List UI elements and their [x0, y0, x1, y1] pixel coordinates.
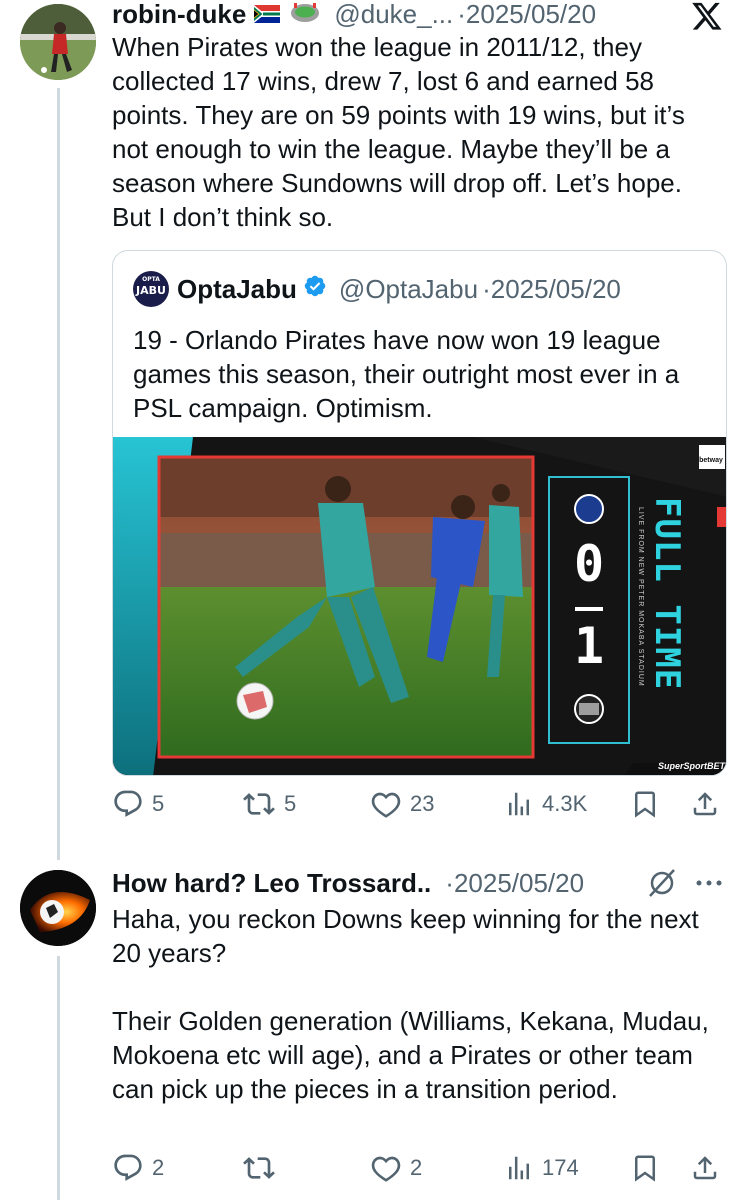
author-name[interactable]: robin-duke [112, 0, 246, 30]
reply-count: 5 [152, 791, 165, 816]
full-time-label: FULL TIME [647, 497, 687, 691]
tweet-text: When Pirates won the league in 2011/12, … [112, 32, 693, 232]
repost-button[interactable] [242, 1152, 284, 1184]
reply-count: 2 [152, 1155, 165, 1180]
home-score: 0 [573, 535, 605, 593]
reply-header: How hard? Leo Trossard.. · 2025/05/20 [112, 868, 584, 898]
share-icon [693, 792, 717, 816]
reply-actions: 2 2 174 [112, 1152, 727, 1192]
quoted-author-handle[interactable]: @OptaJabu [339, 274, 478, 305]
views-count: 174 [542, 1155, 579, 1180]
quoted-author-name[interactable]: OptaJabu [177, 274, 297, 305]
heart-icon [371, 792, 401, 818]
match-photo-graphic [113, 437, 726, 775]
reply-author-name[interactable]: How hard? Leo Trossard.. [112, 868, 431, 899]
quoted-tweet-header: OPTA JABU OptaJabu @OptaJabu · 2025/05/2… [133, 271, 621, 307]
share-button[interactable] [690, 788, 720, 820]
stadium-icon [290, 0, 320, 30]
quoted-tweet-text: 19 - Orlando Pirates have now won 19 lea… [133, 325, 687, 423]
tweet-header: robin-duke @duke_... · 2025/05/20 [112, 0, 596, 30]
dot-separator: · [482, 273, 491, 304]
avatar-reply-author[interactable] [20, 870, 96, 946]
optajabu-avatar[interactable]: OPTA JABU [133, 271, 169, 307]
views-count: 4.3K [542, 791, 588, 816]
views-chart-icon [509, 1156, 529, 1180]
bookmark-icon [635, 791, 655, 818]
thread-line [57, 88, 60, 860]
tweet-date[interactable]: 2025/05/20 [466, 0, 596, 30]
author-handle[interactable]: @duke_... [334, 0, 453, 30]
fire-ball-avatar-image [20, 870, 96, 946]
avatar-text-bottom: JABU [136, 284, 166, 297]
quoted-tweet-card[interactable]: OPTA JABU OptaJabu @OptaJabu · 2025/05/2… [112, 250, 727, 776]
reply-icon [114, 790, 142, 817]
grok-slash-icon[interactable] [646, 868, 678, 903]
away-score: 1 [573, 617, 605, 675]
heart-icon [371, 1156, 401, 1182]
like-button[interactable]: 2 [370, 1152, 422, 1184]
reply-button[interactable]: 5 [112, 788, 164, 820]
reply-button[interactable]: 2 [112, 1152, 164, 1184]
like-count: 23 [410, 791, 435, 816]
reply-thread-line [57, 956, 60, 1200]
south-africa-flag-icon [254, 0, 281, 30]
repost-button[interactable]: 5 [242, 788, 296, 820]
repost-icon [243, 1157, 275, 1179]
supersportbet-logo: SuperSportBET [657, 761, 725, 771]
bookmark-button[interactable] [630, 1152, 660, 1184]
avatar-text-top: OPTA [142, 276, 160, 283]
views-button[interactable]: 4.3K [504, 788, 587, 820]
repost-icon [243, 793, 275, 815]
views-button[interactable]: 174 [504, 1152, 579, 1184]
quoted-tweet-media[interactable]: 0 1 FULL TIME LIVE FROM NEW PETER MOKABA… [113, 437, 726, 775]
betway-logo: betway [699, 457, 723, 464]
tweet-actions: 5 5 23 4.3K [112, 788, 727, 828]
verified-badge-icon [303, 274, 327, 305]
dot-separator: · [445, 867, 454, 898]
reply-icon [114, 1154, 142, 1181]
share-icon [693, 1156, 717, 1180]
share-button[interactable] [690, 1152, 720, 1184]
views-chart-icon [509, 792, 529, 816]
venue-caption: LIVE FROM NEW PETER MOKABA STADIUM [637, 507, 644, 687]
avatar-image [20, 4, 96, 80]
repost-count: 5 [284, 791, 297, 816]
bookmark-icon [635, 1155, 655, 1182]
more-options-icon[interactable] [694, 872, 724, 899]
like-count: 2 [410, 1155, 423, 1180]
reply-text: Haha, you reckon Downs keep winning for … [112, 904, 709, 1104]
bookmark-button[interactable] [630, 788, 660, 820]
like-button[interactable]: 23 [370, 788, 434, 820]
dot-separator: · [457, 0, 466, 29]
reply-date[interactable]: 2025/05/20 [454, 868, 584, 899]
avatar-robin-duke[interactable] [20, 4, 96, 80]
quoted-tweet-date[interactable]: 2025/05/20 [491, 274, 621, 305]
